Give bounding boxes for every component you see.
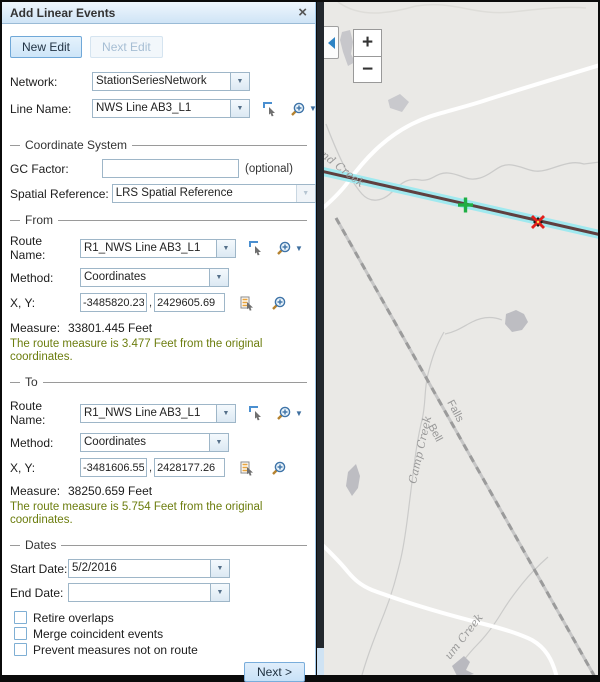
new-edit-button[interactable]: New Edit (10, 36, 82, 58)
from-xy-label: X, Y: (10, 296, 80, 310)
chevron-down-icon[interactable]: ▼ (216, 240, 235, 257)
retire-overlaps-checkbox[interactable] (14, 611, 27, 624)
to-method-label: Method: (10, 436, 80, 450)
panel-title: Add Linear Events (10, 6, 115, 20)
network-label: Network: (10, 75, 92, 89)
scrollbar-thumb[interactable] (317, 2, 324, 648)
to-method-select[interactable]: Coordinates ▼ (80, 433, 229, 452)
coordinate-system-legend: Coordinate System (10, 138, 307, 152)
from-legend: From (10, 213, 307, 227)
from-route-name-select[interactable]: R1_NWS Line AB3_L1 ▼ (80, 239, 236, 258)
zoom-options-caret-icon[interactable]: ▼ (295, 244, 303, 253)
land-blob (452, 656, 474, 675)
close-icon[interactable]: × (298, 5, 307, 20)
select-route-on-map-icon[interactable] (248, 240, 264, 256)
panel-titlebar: Add Linear Events × (2, 2, 315, 24)
zoom-options-caret-icon[interactable]: ▼ (295, 409, 303, 418)
zoom-to-route-icon[interactable] (276, 240, 292, 256)
next-button[interactable]: Next > (244, 662, 305, 682)
from-route-name-label: Route Name: (10, 234, 80, 262)
prevent-measures-checkbox[interactable] (14, 643, 27, 656)
dates-legend: Dates (10, 538, 307, 552)
from-x-input[interactable] (80, 293, 147, 312)
retire-overlaps-label: Retire overlaps (33, 611, 114, 625)
chevron-down-icon[interactable]: ▼ (230, 73, 249, 90)
to-point-marker (532, 216, 544, 228)
chevron-down-icon: ▼ (296, 185, 315, 202)
zoom-in-button[interactable]: + (354, 30, 381, 56)
panel-collapse-tab[interactable] (324, 26, 339, 59)
pick-coordinates-icon[interactable] (239, 295, 255, 311)
zoom-to-line-icon[interactable] (290, 101, 306, 117)
chevron-down-icon[interactable]: ▼ (210, 584, 229, 601)
spatial-reference-select: LRS Spatial Reference ▼ (112, 184, 316, 203)
creek-branch (445, 318, 502, 334)
to-measure-value: 38250.659 Feet (68, 484, 152, 498)
line-name-select[interactable]: NWS Line AB3_L1 ▼ (92, 99, 250, 118)
zoom-to-point-icon[interactable] (271, 460, 287, 476)
chevron-down-icon[interactable]: ▼ (210, 560, 229, 577)
end-date-picker[interactable]: ▼ (68, 583, 230, 602)
from-method-label: Method: (10, 271, 80, 285)
from-measure-label: Measure: (10, 321, 68, 335)
select-line-on-map-icon[interactable] (262, 101, 278, 117)
camp-creek-stream (362, 332, 444, 675)
to-x-input[interactable] (80, 458, 147, 477)
zoom-to-route-icon[interactable] (276, 405, 292, 421)
to-xy-label: X, Y: (10, 461, 80, 475)
optional-label: (optional) (245, 163, 293, 175)
network-select[interactable]: StationSeriesNetwork ▼ (92, 72, 250, 91)
from-y-input[interactable] (154, 293, 225, 312)
start-date-picker[interactable]: 5/2/2016 ▼ (68, 559, 230, 578)
faint-boundary-line (338, 2, 586, 13)
prevent-measures-label: Prevent measures not on route (33, 643, 198, 657)
line-name-label: Line Name: (10, 102, 92, 116)
end-date-label: End Date: (10, 586, 68, 600)
merge-coincident-events-label: Merge coincident events (33, 627, 163, 641)
next-edit-button: Next Edit (90, 36, 163, 58)
merge-coincident-events-checkbox[interactable] (14, 627, 27, 640)
to-measure-note: The route measure is 5.754 Feet from the… (10, 501, 305, 526)
collapse-left-arrow-icon (328, 37, 335, 49)
chevron-down-icon[interactable]: ▼ (209, 434, 228, 451)
railroad-dashes (336, 218, 598, 675)
zoom-options-caret-icon[interactable]: ▼ (309, 104, 317, 113)
spatial-reference-label: Spatial Reference: (10, 187, 109, 201)
pond-blob (346, 464, 360, 496)
to-y-input[interactable] (154, 458, 225, 477)
map-basemap (324, 2, 598, 675)
from-measure-value: 33801.445 Feet (68, 321, 152, 335)
select-route-on-map-icon[interactable] (248, 405, 264, 421)
to-route-name-label: Route Name: (10, 399, 80, 427)
land-blob (388, 94, 409, 112)
chevron-down-icon[interactable]: ▼ (209, 269, 228, 286)
to-route-name-select[interactable]: R1_NWS Line AB3_L1 ▼ (80, 404, 236, 423)
pond-creek-stream (326, 124, 598, 200)
from-measure-note: The route measure is 3.477 Feet from the… (10, 338, 305, 363)
road (324, 539, 558, 675)
chevron-down-icon[interactable]: ▼ (230, 100, 249, 117)
road (324, 65, 598, 214)
chevron-down-icon[interactable]: ▼ (216, 405, 235, 422)
add-linear-events-panel: Add Linear Events × New Edit Next Edit N… (2, 2, 316, 675)
pond-blob (505, 310, 528, 332)
zoom-to-point-icon[interactable] (271, 295, 287, 311)
map-canvas[interactable]: Pond Creek Falls Bell Camp Creek um Cree… (324, 2, 598, 675)
zoom-out-button[interactable]: − (354, 56, 381, 82)
to-measure-label: Measure: (10, 484, 68, 498)
panel-scrollbar[interactable] (317, 2, 324, 675)
pick-coordinates-icon[interactable] (239, 460, 255, 476)
gc-factor-input[interactable] (102, 159, 239, 178)
map-zoom-control: + − (353, 29, 382, 83)
to-legend: To (10, 375, 307, 389)
from-method-select[interactable]: Coordinates ▼ (80, 268, 229, 287)
start-date-label: Start Date: (10, 562, 68, 576)
gc-factor-label: GC Factor: (10, 162, 102, 176)
